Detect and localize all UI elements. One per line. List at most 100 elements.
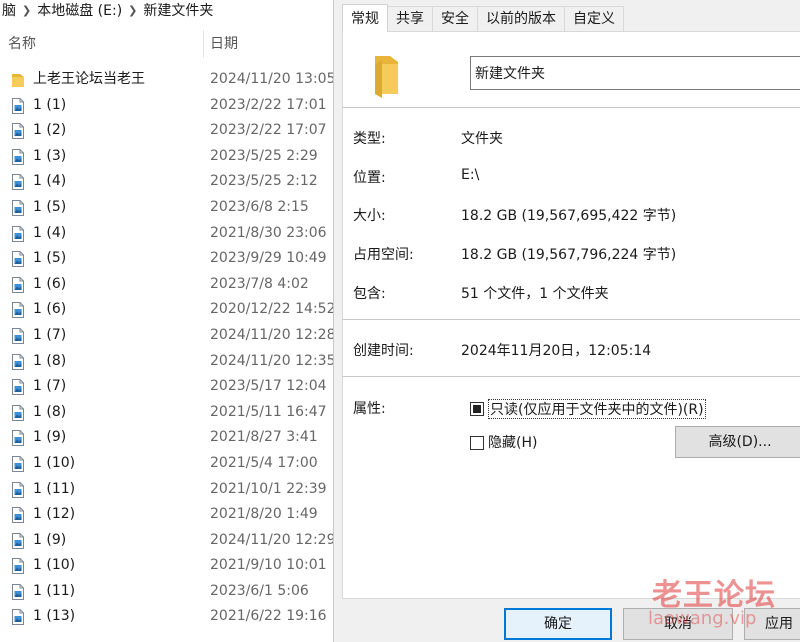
file-row[interactable]: 1 (6) 2020/12/22 14:52 (0, 297, 333, 323)
breadcrumb-item-root[interactable]: 脑 (0, 0, 18, 20)
file-name: 1 (5) (33, 198, 67, 215)
size-value: 18.2 GB (19,567,695,422 字节) (461, 208, 677, 224)
file-row[interactable]: 1 (7) 2023/5/17 12:04 (0, 374, 333, 400)
contains-value: 51 个文件，1 个文件夹 (461, 286, 609, 302)
file-row[interactable]: 1 (4) 2023/5/25 2:12 (0, 169, 333, 195)
file-row[interactable]: 1 (9) 2021/8/27 3:41 (0, 425, 333, 451)
file-date: 2021/5/4 17:00 (210, 454, 318, 471)
file-row[interactable]: 1 (9) 2024/11/20 12:29 (0, 528, 333, 554)
file-name: 1 (7) (33, 378, 67, 395)
tab-sharing[interactable]: 共享 (387, 6, 433, 32)
divider (342, 319, 800, 320)
image-file-icon (12, 532, 24, 549)
file-name: 1 (8) (33, 403, 67, 420)
file-name: 1 (4) (33, 224, 67, 241)
hidden-checkbox[interactable] (470, 436, 484, 450)
file-name: 1 (10) (33, 454, 76, 471)
file-name: 1 (12) (33, 506, 76, 523)
file-row[interactable]: 1 (7) 2024/11/20 12:28 (0, 323, 333, 349)
image-file-icon (12, 455, 24, 472)
tab-customize[interactable]: 自定义 (564, 6, 624, 32)
chevron-right-icon[interactable]: ❯ (18, 4, 35, 17)
image-file-icon (12, 276, 24, 293)
file-date: 2021/5/11 16:47 (210, 403, 327, 420)
file-date: 2024/11/20 13:05 (210, 71, 333, 87)
file-date: 2023/7/8 4:02 (210, 275, 309, 292)
file-row[interactable]: 1 (10) 2021/9/10 10:01 (0, 553, 333, 579)
image-file-icon (12, 251, 24, 268)
file-name: 上老王论坛当老王 (33, 71, 145, 87)
image-file-icon (12, 609, 24, 626)
tab-general[interactable]: 常规 (342, 4, 388, 32)
file-explorer: 脑 ❯ 本地磁盘 (E:) ❯ 新建文件夹 名称 日期 上老王论坛当老王 2024… (0, 0, 333, 642)
apply-button[interactable]: 应用 (744, 608, 800, 640)
file-row[interactable]: 1 (8) 2024/11/20 12:35 (0, 349, 333, 375)
file-date: 2024/11/20 12:35 (210, 352, 333, 369)
image-file-icon (12, 507, 24, 524)
properties-dialog: 常规 共享 安全 以前的版本 自定义 类型: 文件夹 位置: E:\ 大小: 1… (333, 0, 800, 642)
advanced-button[interactable]: 高级(D)... (675, 426, 800, 458)
file-row[interactable]: 上老王论坛当老王 2024/11/20 13:05 (0, 67, 333, 93)
file-date: 2021/10/1 22:39 (210, 480, 327, 497)
file-date: 2023/2/22 17:01 (210, 96, 327, 113)
file-date: 2021/8/27 3:41 (210, 429, 318, 446)
divider (342, 107, 800, 108)
file-date: 2021/8/20 1:49 (210, 506, 318, 523)
folder-name-input[interactable] (470, 56, 800, 90)
image-file-icon (12, 327, 24, 344)
type-label: 类型: (353, 131, 386, 147)
chevron-right-icon[interactable]: ❯ (124, 4, 141, 17)
file-date: 2020/12/22 14:52 (210, 301, 333, 318)
file-row[interactable]: 1 (1) 2023/2/22 17:01 (0, 93, 333, 119)
file-date: 2023/5/25 2:12 (210, 173, 318, 190)
file-name: 1 (9) (33, 531, 67, 548)
file-row[interactable]: 1 (6) 2023/7/8 4:02 (0, 272, 333, 298)
breadcrumb-item-drive[interactable]: 本地磁盘 (E:) (35, 0, 124, 20)
file-date: 2023/5/17 12:04 (210, 378, 327, 395)
file-date: 2023/5/25 2:29 (210, 147, 318, 164)
file-name: 1 (11) (33, 582, 76, 599)
image-file-icon (12, 174, 24, 191)
tab-previous-versions[interactable]: 以前的版本 (477, 6, 565, 32)
tab-security[interactable]: 安全 (432, 6, 478, 32)
file-row[interactable]: 1 (12) 2021/8/20 1:49 (0, 502, 333, 528)
file-date: 2023/2/22 17:07 (210, 122, 327, 139)
readonly-checkbox[interactable] (470, 402, 484, 416)
image-file-icon (12, 123, 24, 140)
file-name: 1 (4) (33, 173, 67, 190)
divider (342, 376, 800, 377)
indeterminate-mark-icon (473, 405, 481, 413)
file-name: 1 (10) (33, 557, 76, 574)
file-row[interactable]: 1 (5) 2023/6/8 2:15 (0, 195, 333, 221)
file-name: 1 (6) (33, 301, 67, 318)
image-file-icon (12, 430, 24, 447)
image-file-icon (12, 148, 24, 165)
file-row[interactable]: 1 (4) 2021/8/30 23:06 (0, 221, 333, 247)
file-row[interactable]: 1 (11) 2023/6/1 5:06 (0, 579, 333, 605)
file-name: 1 (9) (33, 429, 67, 446)
file-name: 1 (5) (33, 250, 67, 267)
column-divider[interactable] (203, 30, 204, 58)
file-row[interactable]: 1 (13) 2021/6/22 19:16 (0, 604, 333, 630)
contains-label: 包含: (353, 286, 386, 302)
file-row[interactable]: 1 (3) 2023/5/25 2:29 (0, 144, 333, 170)
cancel-button[interactable]: 取消 (623, 608, 733, 640)
file-name: 1 (1) (33, 96, 67, 113)
file-row[interactable]: 1 (2) 2023/2/22 17:07 (0, 118, 333, 144)
hidden-label[interactable]: 隐藏(H) (488, 433, 537, 453)
file-row[interactable]: 1 (11) 2021/10/1 22:39 (0, 477, 333, 503)
file-row[interactable]: 1 (8) 2021/5/11 16:47 (0, 400, 333, 426)
image-file-icon (12, 379, 24, 396)
ok-button[interactable]: 确定 (504, 608, 612, 640)
column-header-date[interactable]: 日期 (210, 28, 238, 60)
breadcrumb-item-folder[interactable]: 新建文件夹 (141, 0, 215, 20)
tab-strip: 常规 共享 安全 以前的版本 自定义 (342, 4, 624, 32)
disk-size-value: 18.2 GB (19,567,796,224 字节) (461, 247, 677, 263)
disk-size-label: 占用空间: (353, 247, 414, 263)
image-file-icon (12, 302, 24, 319)
readonly-label[interactable]: 只读(仅应用于文件夹中的文件)(R) (488, 399, 706, 419)
column-header-name[interactable]: 名称 (8, 28, 36, 60)
file-row[interactable]: 1 (10) 2021/5/4 17:00 (0, 451, 333, 477)
file-name: 1 (13) (33, 608, 76, 625)
file-row[interactable]: 1 (5) 2023/9/29 10:49 (0, 246, 333, 272)
